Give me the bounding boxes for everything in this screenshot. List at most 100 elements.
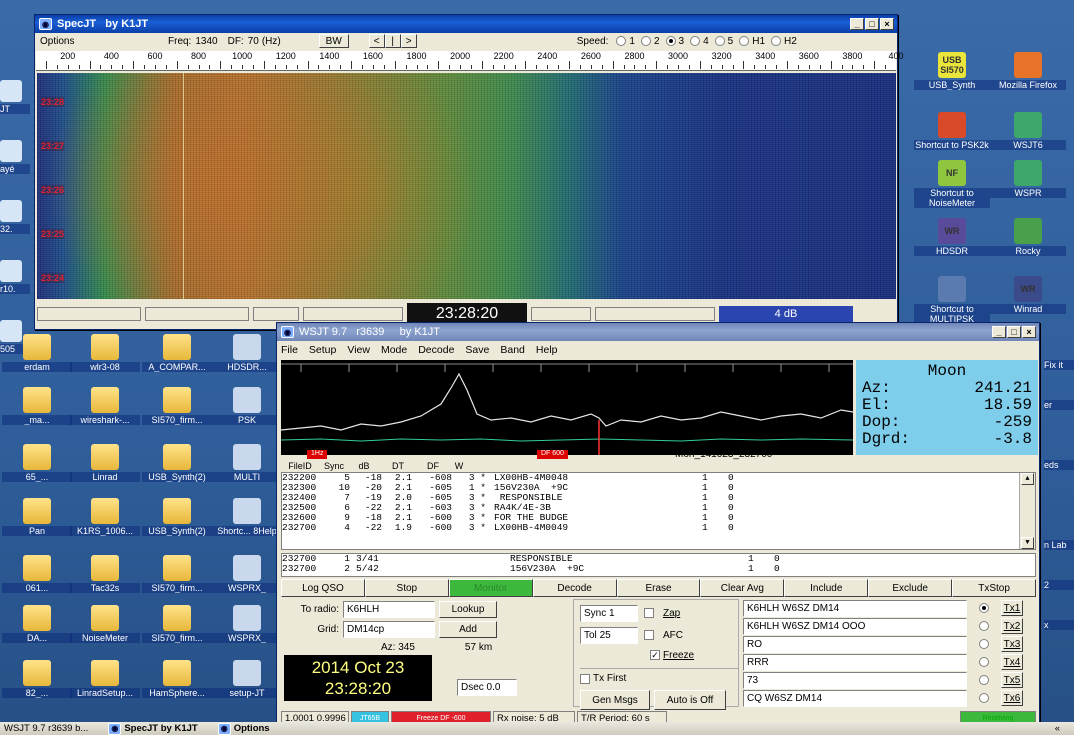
desktop-icon[interactable]: Mozilla Firefox <box>990 52 1066 90</box>
desktop-icon[interactable]: NoiseMeter <box>70 605 140 643</box>
speed-radio[interactable] <box>739 36 750 46</box>
tx-message-input[interactable]: RO <box>743 635 967 653</box>
desktop-icon[interactable]: WR HDSDR <box>914 218 990 256</box>
desktop-icon[interactable]: SI570_firm... <box>142 605 212 643</box>
desktop-icon[interactable]: USB_Synth(2) <box>142 444 212 482</box>
erase-button[interactable]: Erase <box>616 579 701 597</box>
average-slider[interactable] <box>303 307 403 321</box>
lookup-button[interactable]: Lookup <box>439 600 497 618</box>
menu-help[interactable]: Help <box>536 344 558 356</box>
desktop-icon[interactable]: Shortcut to PSK2k <box>914 112 990 150</box>
tx-message-input[interactable]: K6HLH W6SZ DM14 <box>743 599 967 617</box>
speed-radio[interactable] <box>665 36 676 46</box>
menu-mode[interactable]: Mode <box>381 344 407 356</box>
stop-button[interactable]: Stop <box>364 579 449 597</box>
tx-message-input[interactable]: CQ W6SZ DM14 <box>743 689 967 707</box>
desktop-icon[interactable]: wlr3-08 <box>70 334 140 372</box>
tx-button[interactable]: Tx6 <box>1001 690 1023 706</box>
speed-radio[interactable] <box>640 36 651 46</box>
desktop-icon[interactable]: USB_Synth(2) <box>142 498 212 536</box>
gain-slider[interactable] <box>531 307 591 321</box>
tx-first-checkbox[interactable] <box>580 673 590 684</box>
wsjt-titlebar[interactable]: ◉ WSJT 9.7 r3639 by K1JT _ □ × <box>277 323 1039 341</box>
desktop-icon[interactable]: Tac32s <box>70 555 140 593</box>
exclude-button[interactable]: Exclude <box>868 579 953 597</box>
tx-radio[interactable] <box>979 657 989 667</box>
desktop-icon[interactable]: SI570_firm... <box>142 387 212 425</box>
speed-option[interactable]: H2 <box>771 36 797 47</box>
grid-input[interactable]: DM14cp <box>343 620 435 638</box>
desktop-icon[interactable]: LinradSetup... <box>70 660 140 698</box>
desktop-icon[interactable]: 82_... <box>2 660 72 698</box>
decoded-text[interactable]: 232200 5 -18 2.1 -608 3 * LX00HB-4M0048 1 0 23230… <box>281 472 1036 550</box>
desktop-icon[interactable]: _ma... <box>2 387 72 425</box>
desktop-icon[interactable]: DA... <box>2 605 72 643</box>
speed-option[interactable]: 1 <box>616 36 635 47</box>
desktop-icon[interactable]: Rocky <box>990 218 1066 256</box>
sync-spinner[interactable]: Sync 1 <box>580 604 638 622</box>
menu-view[interactable]: View <box>347 344 370 356</box>
desktop-icon[interactable]: A_COMPAR... <box>142 334 212 372</box>
desktop-icon[interactable]: MULTI <box>212 444 282 482</box>
tx-radio[interactable] <box>979 621 989 631</box>
tx-button[interactable]: Tx1 <box>1001 600 1023 616</box>
tray-chevron-icon[interactable]: « <box>1055 723 1060 734</box>
desktop-icon[interactable]: USB SI570 USB_Synth <box>914 52 990 90</box>
monitor-button[interactable]: Monitor <box>448 579 533 597</box>
dsec-field[interactable]: Dsec 0.0 <box>457 679 517 696</box>
tx-radio[interactable] <box>979 603 989 613</box>
options-menu[interactable]: Options <box>40 36 100 47</box>
taskbar-item[interactable]: ◉ Options <box>217 722 270 735</box>
freeze-checkbox[interactable]: ✓ <box>650 650 660 660</box>
bw-button[interactable]: BW <box>318 34 349 48</box>
menu-decode[interactable]: Decode <box>418 344 454 356</box>
desktop-icon[interactable]: WSPR <box>990 160 1066 198</box>
spectrum-plot[interactable] <box>281 360 853 455</box>
afc-checkbox[interactable] <box>644 630 654 640</box>
average-row[interactable]: 232700 2 5/42 156V230A +9C 1 0 <box>282 564 1035 574</box>
tx-button[interactable]: Tx4 <box>1001 654 1023 670</box>
palette-slider[interactable] <box>595 307 715 321</box>
desktop-icon[interactable]: WSPRX_ <box>212 605 282 643</box>
contrast-slider[interactable] <box>145 307 249 321</box>
menu-file[interactable]: File <box>281 344 298 356</box>
speed-radio[interactable] <box>690 36 701 46</box>
gen-msgs-button[interactable]: Gen Msgs <box>580 690 650 710</box>
average-text[interactable]: 232700 1 3/41 RESPONSIBLE 1 0 232700 2 5/42 156V2… <box>281 553 1036 577</box>
desktop-icon[interactable]: Linrad <box>70 444 140 482</box>
maximize-icon[interactable]: □ <box>1007 326 1021 338</box>
zap-checkbox[interactable] <box>644 608 654 618</box>
tx-radio[interactable] <box>979 693 989 703</box>
desktop-icon[interactable]: setup-JT <box>212 660 282 698</box>
maximize-icon[interactable]: □ <box>865 18 879 30</box>
tx-button[interactable]: Tx3 <box>1001 636 1023 652</box>
taskbar-item[interactable]: ◉ SpecJT by K1JT <box>108 722 198 735</box>
desktop-icon[interactable]: Shortc... 8Help <box>212 498 282 536</box>
decode-button[interactable]: Decode <box>532 579 617 597</box>
scroll-up-icon[interactable]: ▲ <box>1021 473 1034 485</box>
speed-radio[interactable] <box>714 36 725 46</box>
speed-radio[interactable] <box>616 36 627 46</box>
desktop-icon[interactable]: PSK <box>212 387 282 425</box>
zero-slider[interactable] <box>253 307 299 321</box>
desktop-icon[interactable]: WR Winrad <box>990 276 1066 314</box>
menu-save[interactable]: Save <box>465 344 489 356</box>
txstop-button[interactable]: TxStop <box>952 579 1037 597</box>
desktop-icon[interactable]: wireshark-... <box>70 387 140 425</box>
close-icon[interactable]: × <box>1022 326 1036 338</box>
desktop-icon[interactable]: SI570_firm... <box>142 555 212 593</box>
desktop-icon[interactable]: 061... <box>2 555 72 593</box>
waterfall-display[interactable]: 23:28 23:27 23:26 23:25 23:24 <box>37 73 896 299</box>
speed-option[interactable]: 5 <box>714 36 733 47</box>
tx-message-input[interactable]: 73 <box>743 671 967 689</box>
nav-button[interactable]: | <box>384 34 401 48</box>
close-icon[interactable]: × <box>880 18 894 30</box>
speed-option[interactable]: H1 <box>739 36 765 47</box>
scroll-down-icon[interactable]: ▼ <box>1021 537 1034 549</box>
specjt-titlebar[interactable]: ◉ SpecJT by K1JT _ □ × <box>35 15 897 33</box>
desktop-icon[interactable]: Pan <box>2 498 72 536</box>
nav-button[interactable]: < <box>368 34 385 48</box>
to-radio-input[interactable]: K6HLH <box>343 600 435 618</box>
tx-button[interactable]: Tx5 <box>1001 672 1023 688</box>
add-button[interactable]: Add <box>439 620 497 638</box>
